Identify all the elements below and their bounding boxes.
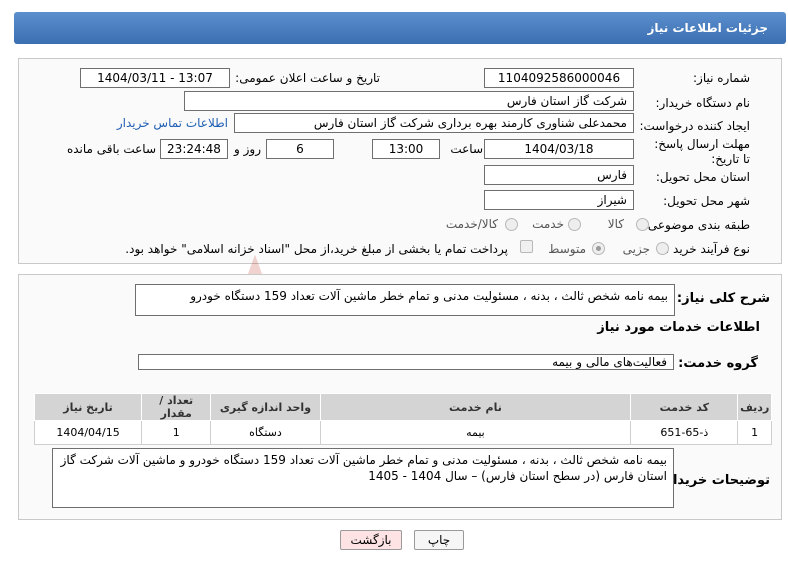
- col-service-code: کد خدمت: [630, 393, 739, 421]
- buyer-contact-link[interactable]: اطلاعات تماس خریدار: [117, 116, 228, 130]
- category-radio-goods-service[interactable]: [505, 218, 518, 231]
- category-radio-service[interactable]: [568, 218, 581, 231]
- col-service-name: نام خدمت: [319, 393, 632, 421]
- province-label: استان محل تحویل:: [655, 170, 750, 184]
- category-label: طبقه بندی موضوعی:: [643, 218, 750, 232]
- need-summary-label: شرح کلی نیاز:: [676, 291, 770, 306]
- buyer-org-field: شرکت گاز استان فارس: [184, 91, 634, 111]
- creator-field: محمدعلی شناوری کارمند بهره برداری شرکت گ…: [234, 113, 634, 133]
- process-radio-medium[interactable]: [592, 242, 605, 255]
- deadline-date-field: 1404/03/18: [484, 139, 634, 159]
- col-row-number: ردیف: [737, 393, 772, 421]
- treasury-payment-checkbox[interactable]: [520, 240, 533, 253]
- process-type-label: نوع فرآیند خرید :: [665, 242, 750, 256]
- services-section-title: اطلاعات خدمات مورد نیاز: [597, 320, 760, 335]
- col-unit: واحد اندازه گیری: [210, 393, 321, 421]
- process-option-medium: متوسط: [548, 242, 586, 256]
- deadline-time-field: 13:00: [372, 139, 440, 159]
- need-number-field: 1104092586000046: [484, 68, 634, 88]
- announce-date-label: تاریخ و ساعت اعلان عمومی:: [235, 71, 380, 85]
- remaining-time-label: ساعت باقی مانده: [66, 142, 156, 156]
- cell-service-name: بیمه: [319, 420, 632, 445]
- treasury-payment-note: پرداخت تمام یا بخشی از مبلغ خرید،از محل …: [125, 242, 508, 256]
- category-radio-goods[interactable]: [636, 218, 649, 231]
- buyer-notes-label: توضیحات خریدار:: [660, 473, 770, 488]
- cell-unit: دستگاه: [210, 420, 321, 445]
- city-field: شیراز: [484, 190, 634, 210]
- days-remaining-field: 6: [266, 139, 334, 159]
- back-button[interactable]: بازگشت: [340, 530, 402, 550]
- page-title: جزئیات اطلاعات نیاز: [647, 21, 768, 35]
- category-option-goods: کالا: [607, 217, 624, 231]
- buyer-notes-text[interactable]: بیمه نامه شخص ثالث ، بدنه ، مسئولیت مدنی…: [52, 448, 674, 508]
- buyer-org-label: نام دستگاه خریدار:: [655, 96, 751, 110]
- creator-label: ایجاد کننده درخواست:: [639, 119, 750, 133]
- process-radio-minor[interactable]: [656, 242, 669, 255]
- category-option-goods-service: کالا/خدمت: [445, 217, 498, 231]
- deadline-time-label: ساعت: [450, 142, 483, 156]
- cell-need-date: 1404/04/15: [33, 420, 143, 445]
- deadline-label-text: مهلت ارسال پاسخ: تا تاریخ:: [654, 137, 750, 166]
- service-group-label: گروه خدمت:: [678, 356, 758, 371]
- cell-service-code: ذ-65-651: [630, 420, 739, 445]
- services-table-header: تاریخ نیاز تعداد / مقدار واحد اندازه گیر…: [33, 393, 772, 421]
- province-field: فارس: [484, 165, 634, 185]
- remaining-time-field: 23:24:48: [160, 139, 228, 159]
- col-need-date: تاریخ نیاز: [33, 393, 143, 421]
- cell-quantity: 1: [141, 420, 212, 445]
- city-label: شهر محل تحویل:: [663, 194, 750, 208]
- services-table: تاریخ نیاز تعداد / مقدار واحد اندازه گیر…: [33, 393, 772, 445]
- table-row: 1404/04/15 1 دستگاه بیمه ذ-65-651 1: [33, 420, 772, 445]
- page-header: جزئیات اطلاعات نیاز: [14, 12, 786, 44]
- process-option-minor: جزیی: [622, 242, 650, 256]
- col-quantity: تعداد / مقدار: [141, 393, 212, 421]
- category-option-service: خدمت: [532, 217, 564, 231]
- day-and-label: روز و: [234, 142, 261, 156]
- cell-row-number: 1: [737, 420, 772, 445]
- deadline-label: مهلت ارسال پاسخ: تا تاریخ:: [650, 137, 750, 167]
- announce-date-field: 1404/03/11 - 13:07: [80, 68, 230, 88]
- need-summary-text[interactable]: بیمه نامه شخص ثالث ، بدنه ، مسئولیت مدنی…: [135, 284, 675, 316]
- service-group-field: فعالیت‌های مالی و بیمه: [138, 354, 674, 370]
- print-button[interactable]: چاپ: [414, 530, 464, 550]
- need-number-label: شماره نیاز:: [693, 71, 750, 85]
